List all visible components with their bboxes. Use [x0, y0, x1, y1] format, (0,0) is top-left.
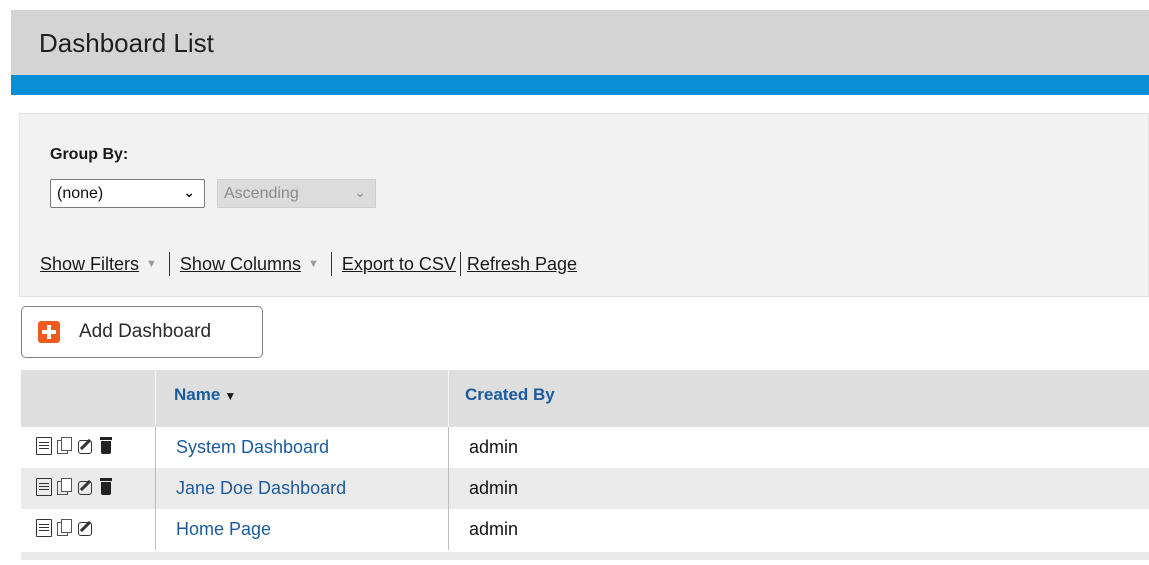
chevron-down-icon: ⌄	[354, 184, 366, 200]
export-csv-link[interactable]: Export to CSV	[342, 254, 456, 275]
add-dashboard-button[interactable]: Add Dashboard	[21, 306, 263, 358]
table-row: Home Page admin	[21, 509, 1149, 550]
refresh-page-link[interactable]: Refresh Page	[467, 254, 577, 275]
edit-icon[interactable]	[78, 478, 94, 496]
created-by-cell: admin	[469, 478, 519, 498]
table-row: System Dashboard admin	[21, 427, 1149, 468]
column-header-created-by[interactable]: Created By	[465, 385, 555, 405]
dashboard-name-link[interactable]: System Dashboard	[176, 437, 329, 458]
show-filters-link[interactable]: Show Filters	[40, 254, 139, 275]
column-divider	[448, 427, 449, 468]
column-divider	[155, 468, 156, 509]
edit-icon[interactable]	[78, 519, 94, 537]
row-actions	[36, 478, 115, 496]
column-divider	[448, 509, 449, 550]
plus-icon	[38, 321, 60, 343]
view-icon[interactable]	[36, 478, 52, 496]
divider	[168, 252, 170, 276]
column-divider	[155, 370, 156, 427]
table-row: Jane Doe Dashboard admin	[21, 468, 1149, 509]
dashboard-name-link[interactable]: Home Page	[176, 519, 271, 540]
chevron-down-icon: ⌄	[183, 184, 195, 200]
delete-icon[interactable]	[99, 437, 115, 455]
row-actions	[36, 519, 94, 537]
copy-icon[interactable]	[57, 478, 73, 496]
view-icon[interactable]	[36, 437, 52, 455]
row-actions	[36, 437, 115, 455]
column-divider	[448, 468, 449, 509]
table-footer	[21, 552, 1149, 560]
page-header: Dashboard List	[11, 10, 1149, 95]
column-divider	[155, 427, 156, 468]
created-by-cell: admin	[469, 437, 519, 457]
dashboard-table: Name ▼ Created By System Dashboard admin …	[21, 370, 1149, 560]
group-by-label: Group By:	[50, 146, 129, 163]
filter-toolbar: Show Filters ▼ Show Columns ▼ Export to …	[40, 252, 577, 276]
delete-icon[interactable]	[99, 478, 115, 496]
copy-icon[interactable]	[57, 437, 73, 455]
sort-order-value: Ascending	[224, 184, 299, 202]
column-header-name-label: Name	[174, 385, 221, 404]
caret-down-icon[interactable]: ▼	[146, 258, 157, 270]
view-icon[interactable]	[36, 519, 52, 537]
show-columns-link[interactable]: Show Columns	[180, 254, 301, 275]
table-header: Name ▼ Created By	[21, 370, 1149, 427]
column-divider	[448, 370, 449, 427]
filter-panel: Group By: (none) ⌄ Ascending ⌄ Show Filt…	[19, 113, 1149, 297]
created-by-cell: admin	[469, 519, 519, 539]
column-header-name[interactable]: Name ▼	[174, 385, 236, 405]
page-title: Dashboard List	[39, 28, 214, 58]
divider	[459, 252, 461, 276]
group-by-select[interactable]: (none) ⌄	[50, 179, 205, 208]
add-dashboard-label: Add Dashboard	[79, 321, 212, 342]
group-by-value: (none)	[57, 184, 104, 202]
divider	[330, 252, 332, 276]
edit-icon[interactable]	[78, 437, 94, 455]
copy-icon[interactable]	[57, 519, 73, 537]
column-divider	[155, 509, 156, 550]
dashboard-name-link[interactable]: Jane Doe Dashboard	[176, 478, 346, 499]
sort-order-select[interactable]: Ascending ⌄	[217, 179, 376, 208]
caret-down-icon[interactable]: ▼	[308, 258, 319, 270]
sort-desc-icon: ▼	[224, 389, 237, 403]
